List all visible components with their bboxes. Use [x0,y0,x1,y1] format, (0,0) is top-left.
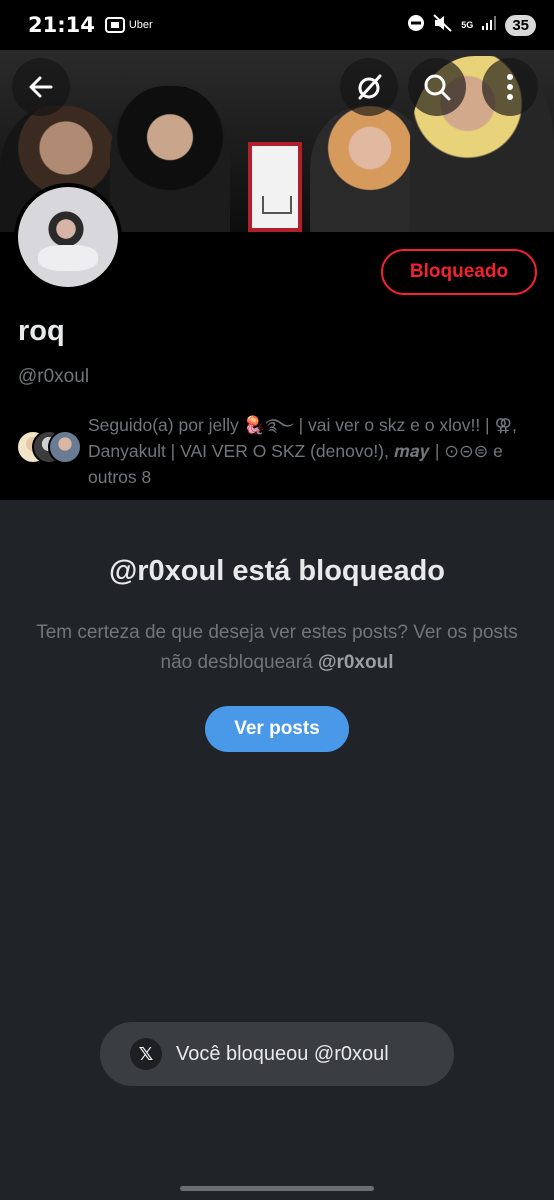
mute-icon [433,13,453,37]
x-logo-icon: 𝕏 [130,1038,162,1070]
network-5g-label: 5G [461,19,474,30]
toast-text: Você bloqueou @r0xoul [176,1042,389,1065]
home-indicator[interactable] [180,1186,374,1191]
status-time: 21:14 [28,13,95,37]
view-posts-button[interactable]: Ver posts [205,706,349,752]
search-button[interactable] [408,58,466,116]
blocked-description-text: Tem certeza de que deseja ver estes post… [36,622,518,673]
avatar-image [18,187,118,287]
profile-avatar[interactable] [14,183,122,291]
battery-level: 35 [505,14,536,36]
follower-avatar [48,430,82,464]
banner-photo-award [248,142,302,232]
blocked-title: @r0xoul está bloqueado [108,555,446,587]
dnd-icon [407,14,425,37]
follower-avatars [16,430,86,470]
display-name: roq [18,315,65,347]
blocked-description: Tem certeza de que deseja ver estes post… [30,618,524,678]
blocked-button[interactable]: Bloqueado [381,249,537,295]
blocked-toast: 𝕏 Você bloqueou @r0xoul [100,1022,454,1086]
slashed-circle-icon [358,74,382,100]
arrow-left-icon [29,76,53,98]
screen-record-icon [104,16,125,34]
blocked-section [0,500,554,1200]
more-options-button[interactable] [482,58,538,116]
search-icon [424,74,451,101]
more-vertical-icon [507,74,513,100]
banner-photo-person [110,86,230,232]
followed-by[interactable]: Seguido(a) por jelly 🪼࿐ | vai ver o skz … [16,412,546,490]
status-bar: 21:14 Uber 5G 35 [0,0,554,50]
blocked-description-handle: @r0xoul [317,652,394,673]
signal-icon [481,15,497,36]
uber-notification-label: Uber [128,19,153,31]
back-button[interactable] [12,58,70,116]
followed-by-text: Seguido(a) por jelly 🪼࿐ | vai ver o skz … [88,415,517,487]
grok-button[interactable] [340,58,398,116]
profile-handle: @r0xoul [18,366,90,387]
